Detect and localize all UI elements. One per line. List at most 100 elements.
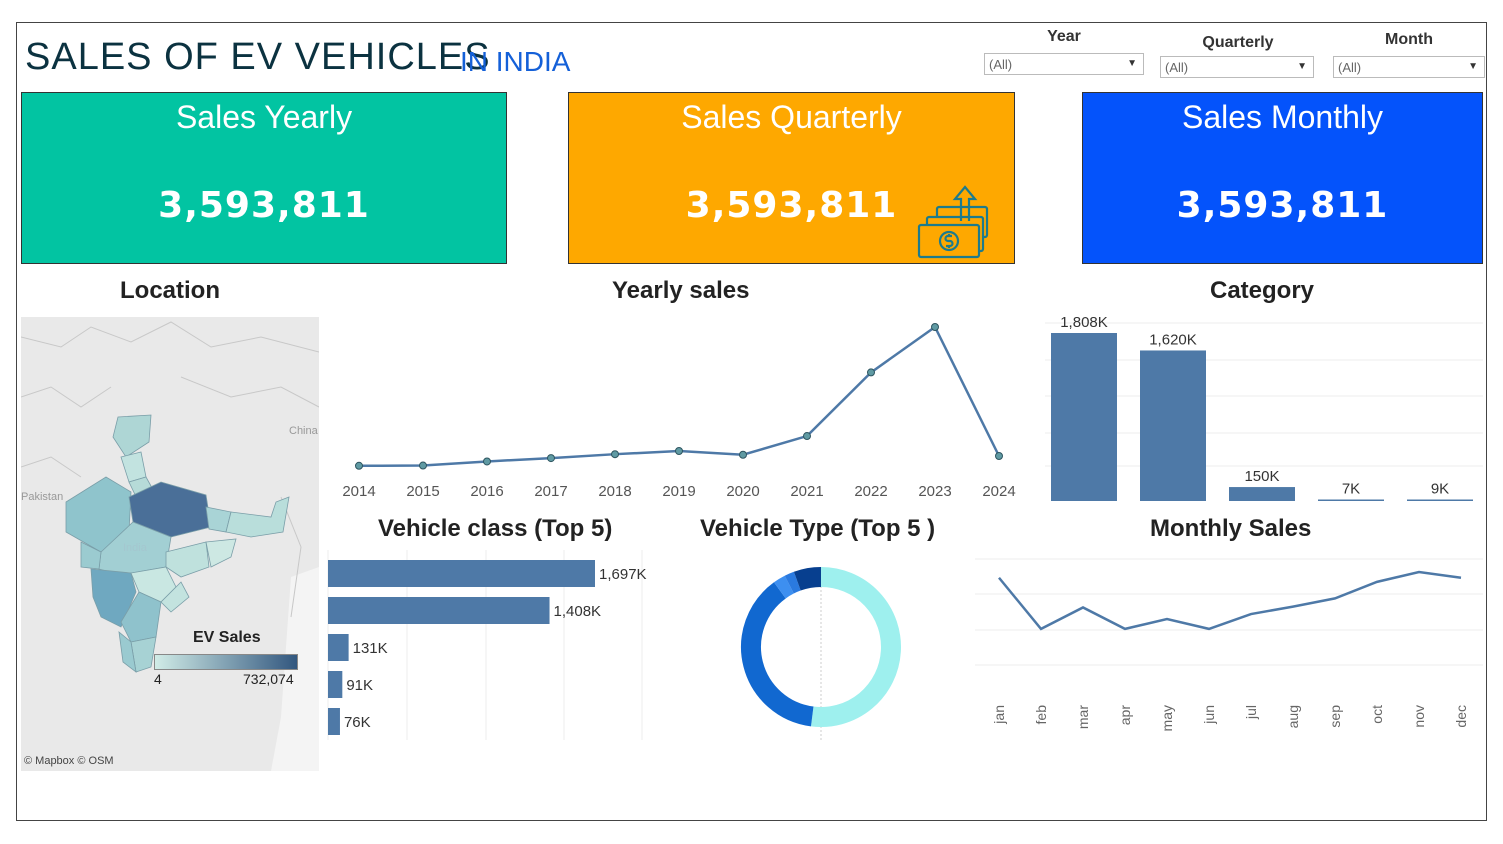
vehicle-type-title: Vehicle Type (Top 5 ) xyxy=(700,515,936,542)
year-filter-dropdown[interactable]: (All) ▼ xyxy=(984,53,1144,75)
vehicle-class-data-label: 91K xyxy=(346,677,373,694)
map-attribution: © Mapbox © OSM xyxy=(24,755,114,767)
yearly-tick-label: 2021 xyxy=(790,483,823,500)
year-filter-value: (All) xyxy=(989,57,1013,72)
yearly-tick-label: 2014 xyxy=(342,483,375,500)
page-subtitle: IN INDIA xyxy=(460,46,571,77)
vehicle-class-title: Vehicle class (Top 5) xyxy=(378,515,613,542)
kpi-sales-quarterly: Sales Quarterly 3,593,811 xyxy=(568,92,1015,264)
yearly-point xyxy=(547,454,555,463)
yearly-tick-label: 2020 xyxy=(726,483,759,500)
monthly-series-line xyxy=(998,570,1462,631)
kpi-title: Sales Quarterly xyxy=(681,99,902,135)
vehicle-class-bar xyxy=(328,560,595,587)
china-label: China xyxy=(289,425,319,437)
donut-slice xyxy=(810,567,901,727)
kpi-value: 3,593,811 xyxy=(1176,185,1389,226)
vehicle-class-chart[interactable]: 1,697K 1,408K 131K 91K 76K xyxy=(325,545,665,745)
donut-slice xyxy=(741,582,814,727)
monthly-tick-label: jul xyxy=(1243,705,1259,720)
yearly-point xyxy=(483,457,491,466)
monthly-tick-label: oct xyxy=(1369,705,1385,724)
yearly-tick-label: 2018 xyxy=(598,483,631,500)
monthly-tick-label: jun xyxy=(1201,705,1217,725)
category-bar xyxy=(1318,499,1384,501)
category-data-label: 1,620K xyxy=(1149,331,1197,348)
legend-title: EV Sales xyxy=(193,629,261,646)
month-filter-label: Month xyxy=(1385,31,1433,48)
monthly-tick-label: apr xyxy=(1117,705,1133,726)
location-title: Location xyxy=(120,277,220,304)
vehicle-class-bar xyxy=(328,597,550,624)
donut-slice xyxy=(793,567,822,591)
category-title: Category xyxy=(1210,277,1315,304)
yearly-point xyxy=(995,452,1003,461)
kpi-sales-yearly: Sales Yearly 3,593,811 xyxy=(21,92,507,264)
vehicle-class-bar xyxy=(328,634,349,661)
monthly-tick-label: aug xyxy=(1285,705,1301,728)
vehicle-class-data-label: 1,697K xyxy=(599,566,647,583)
monthly-tick-label: mar xyxy=(1075,705,1091,729)
yearly-point xyxy=(803,432,811,441)
legend-max: 732,074 xyxy=(243,671,294,687)
india-ev-sales-map[interactable]: China Pakistan India EV Sales 4 732,074 … xyxy=(21,317,319,771)
chevron-down-icon: ▼ xyxy=(1297,61,1307,72)
yearly-point xyxy=(739,450,747,459)
vehicle-class-data-label: 1,408K xyxy=(554,603,602,620)
donut-slice xyxy=(784,571,801,594)
yearly-point xyxy=(611,450,619,459)
kpi-title: Sales Yearly xyxy=(175,99,353,135)
page-title: SALES OF EV VEHICLES xyxy=(25,36,491,78)
monthly-sales-chart[interactable]: jan feb mar apr may jun jul aug sep oct nov dec xyxy=(975,545,1485,745)
monthly-tick-label: nov xyxy=(1411,705,1427,728)
yearly-tick-label: 2023 xyxy=(918,483,951,500)
yearly-series-line xyxy=(358,325,1001,468)
legend-gradient xyxy=(154,654,298,670)
category-data-label: 9K xyxy=(1431,481,1449,498)
yearly-tick-label: 2015 xyxy=(406,483,439,500)
vehicle-class-data-label: 131K xyxy=(353,640,388,657)
month-filter-dropdown[interactable]: (All) ▼ xyxy=(1333,56,1485,78)
quarterly-filter-value: (All) xyxy=(1165,60,1189,75)
yearly-sales-title: Yearly sales xyxy=(612,277,750,304)
month-filter-value: (All) xyxy=(1338,60,1362,75)
chevron-down-icon: ▼ xyxy=(1127,58,1137,69)
kpi-value: 3,593,811 xyxy=(158,185,370,226)
vehicle-class-bar xyxy=(328,671,343,698)
category-bar xyxy=(1229,487,1295,501)
vehicle-type-chart[interactable] xyxy=(720,545,930,745)
yearly-point xyxy=(355,461,363,470)
yearly-tick-label: 2016 xyxy=(470,483,503,500)
category-bar xyxy=(1407,499,1473,501)
monthly-tick-label: may xyxy=(1159,705,1175,731)
category-data-label: 1,808K xyxy=(1060,314,1108,331)
kpi-sales-monthly: Sales Monthly 3,593,811 xyxy=(1082,92,1483,264)
pakistan-label: Pakistan xyxy=(21,491,63,503)
yearly-tick-label: 2017 xyxy=(534,483,567,500)
vehicle-class-data-label: 76K xyxy=(344,714,371,731)
yearly-point xyxy=(675,447,683,456)
quarterly-filter-dropdown[interactable]: (All) ▼ xyxy=(1160,56,1314,78)
vehicle-class-bar xyxy=(328,708,340,735)
category-bar xyxy=(1051,333,1117,501)
category-data-label: 150K xyxy=(1244,468,1279,485)
monthly-sales-title: Monthly Sales xyxy=(1150,515,1312,542)
yearly-tick-label: 2022 xyxy=(854,483,887,500)
map-canvas[interactable]: China Pakistan India xyxy=(21,317,319,771)
year-filter-label: Year xyxy=(1047,28,1081,45)
chevron-down-icon: ▼ xyxy=(1468,61,1478,72)
category-data-label: 7K xyxy=(1342,481,1360,498)
legend-min: 4 xyxy=(154,671,162,687)
quarterly-filter-label: Quarterly xyxy=(1202,34,1274,51)
india-label: India xyxy=(123,542,148,554)
yearly-point xyxy=(867,368,875,377)
yearly-tick-label: 2024 xyxy=(982,483,1015,500)
category-chart[interactable]: 1,808K 1,620K 150K 7K 9K xyxy=(1040,305,1488,505)
yearly-tick-label: 2019 xyxy=(662,483,695,500)
yearly-point xyxy=(419,461,427,470)
donut-slice xyxy=(773,575,794,599)
money-up-icon xyxy=(917,185,989,259)
monthly-tick-label: sep xyxy=(1327,705,1343,728)
yearly-sales-chart[interactable]: 2014 2015 2016 2017 2018 2019 2020 2021 2022 2023… xyxy=(330,305,1030,505)
kpi-title: Sales Monthly xyxy=(1182,99,1383,135)
